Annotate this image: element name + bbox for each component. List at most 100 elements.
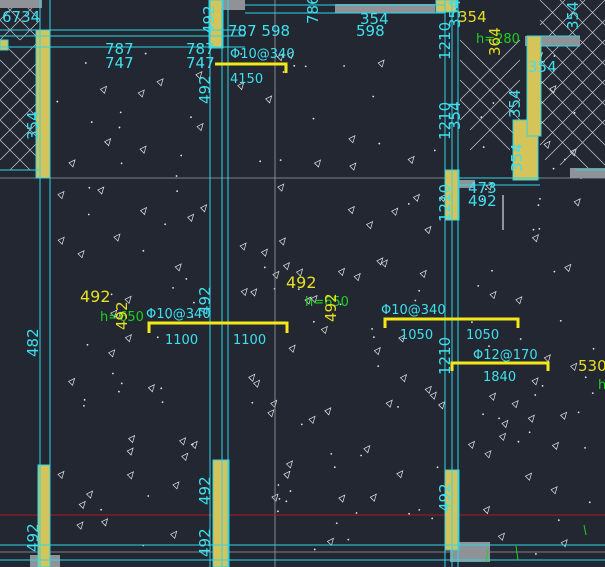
hatch-dot — [84, 62, 87, 64]
hatch-dot — [277, 484, 280, 486]
hatch-dot — [588, 501, 591, 504]
label-tr-354d: 354 — [508, 143, 526, 172]
label-col-492-d: 492 — [436, 483, 454, 512]
hatch-dot — [285, 500, 288, 503]
label-col-492-a: 492 — [200, 5, 218, 34]
hatch-dot — [591, 392, 594, 395]
label-elev-492-left: 492 — [80, 287, 111, 306]
label-tr-354c: 354 — [506, 89, 524, 118]
hatch-dot — [160, 387, 163, 390]
label-right-354-b: 354 — [446, 101, 464, 130]
hatch-dot — [397, 406, 399, 408]
hatch-dot — [559, 319, 562, 322]
label-far-right-530: 530 — [578, 357, 605, 375]
hatch-dot — [144, 52, 147, 55]
hatch-dot — [355, 512, 358, 514]
hatch-dot — [313, 548, 316, 551]
hatch-dot — [577, 411, 580, 414]
hatch-dot — [347, 538, 350, 541]
hatch-dot — [335, 522, 338, 525]
hatch-dot — [100, 508, 103, 511]
hatch-dot — [300, 423, 303, 426]
label-top-598: 598 — [356, 22, 385, 40]
hatch-dot — [592, 347, 595, 350]
label-rebar-top: Φ10@340 — [230, 47, 295, 62]
hatch-dot — [87, 213, 90, 216]
hatch-dot — [251, 401, 254, 404]
label-bot-492-a: 492 — [196, 476, 214, 505]
hatch-dot — [164, 223, 167, 226]
hatch-dot — [278, 498, 281, 500]
hatch-dot — [90, 121, 93, 123]
label-span-4150: 4150 — [230, 72, 263, 87]
label-left-col-492: 492 — [24, 523, 42, 552]
hatch-dot — [584, 376, 587, 379]
hatch-dot — [498, 417, 500, 420]
hatch-dot — [312, 320, 315, 323]
label-tr-354e: 354 — [564, 1, 582, 30]
hatch-dot — [519, 338, 522, 340]
hatch-dot — [552, 167, 555, 170]
label-dim-1100-a: 1100 — [165, 333, 198, 348]
hatch-dot — [279, 159, 282, 161]
hatch-dot — [584, 446, 586, 449]
hatch-dot — [88, 186, 91, 189]
label-tr-364: 364 — [486, 27, 504, 56]
label-dim-1100-b: 1100 — [233, 333, 266, 348]
label-right-1210-c: 1210 — [436, 184, 454, 222]
hatch-dot — [377, 365, 380, 368]
hatch-dot — [176, 190, 179, 193]
hatch-dot — [528, 431, 531, 434]
hatch-dot — [191, 443, 194, 446]
hatch-dot — [330, 452, 333, 455]
hatch-dot — [553, 270, 556, 273]
hatch-dot — [282, 71, 285, 73]
hatch-dot — [142, 249, 145, 252]
hatch-dot — [557, 519, 560, 522]
hatch-dot — [83, 404, 85, 407]
hatch-dot — [492, 102, 495, 104]
hatch-dot — [414, 299, 417, 302]
hatch-dot — [193, 301, 195, 304]
label-bot-492-b: 492 — [196, 528, 214, 557]
hatch-dot — [277, 510, 279, 513]
label-right-1210-d: 1210 — [436, 337, 454, 375]
hatch-dot — [418, 289, 421, 292]
label-rebar-right: Φ10@340 — [381, 303, 446, 318]
hatch-dot — [289, 490, 292, 492]
hatch-dot — [482, 413, 484, 416]
hatch-dot — [343, 65, 345, 67]
label-tl-747b: 747 — [186, 54, 215, 72]
hatch-dot — [477, 284, 480, 287]
hatch-dot — [86, 343, 89, 346]
label-top-786: 786 — [304, 0, 322, 24]
hatch-dot — [185, 277, 188, 280]
hatch-dot — [488, 345, 490, 348]
hatch-dot — [112, 372, 114, 375]
hatch-dot — [172, 286, 174, 289]
hatch-dot — [537, 204, 540, 207]
hatch-dot — [161, 401, 164, 404]
hatch-dot — [118, 390, 120, 393]
label-tr-354b: 354 — [528, 58, 557, 76]
label-dim-1050-b: 1050 — [466, 328, 499, 343]
hatch-dot — [333, 466, 336, 469]
hatch-dot — [360, 454, 363, 457]
hatch-dot — [175, 175, 178, 177]
hatch-dot — [534, 394, 537, 396]
hatch-dot — [433, 149, 436, 152]
label-far-right-h: h — [598, 378, 605, 393]
hatch-dot — [407, 203, 410, 205]
label-v492-mid: 492 — [113, 301, 131, 330]
hatch-dot — [482, 146, 485, 148]
hatch-dot — [83, 398, 86, 401]
hatch-dot — [408, 512, 410, 515]
label-tl-354-v: 354 — [24, 111, 42, 140]
label-right-492: 492 — [468, 192, 497, 210]
hatch-dot — [156, 336, 159, 339]
label-mid-col-492: 492 — [322, 293, 340, 322]
label-left-col-482: 482 — [24, 328, 42, 357]
hatch-dot — [471, 321, 473, 324]
hatch-dot — [371, 328, 373, 330]
label-tl-747: 747 — [105, 54, 134, 72]
